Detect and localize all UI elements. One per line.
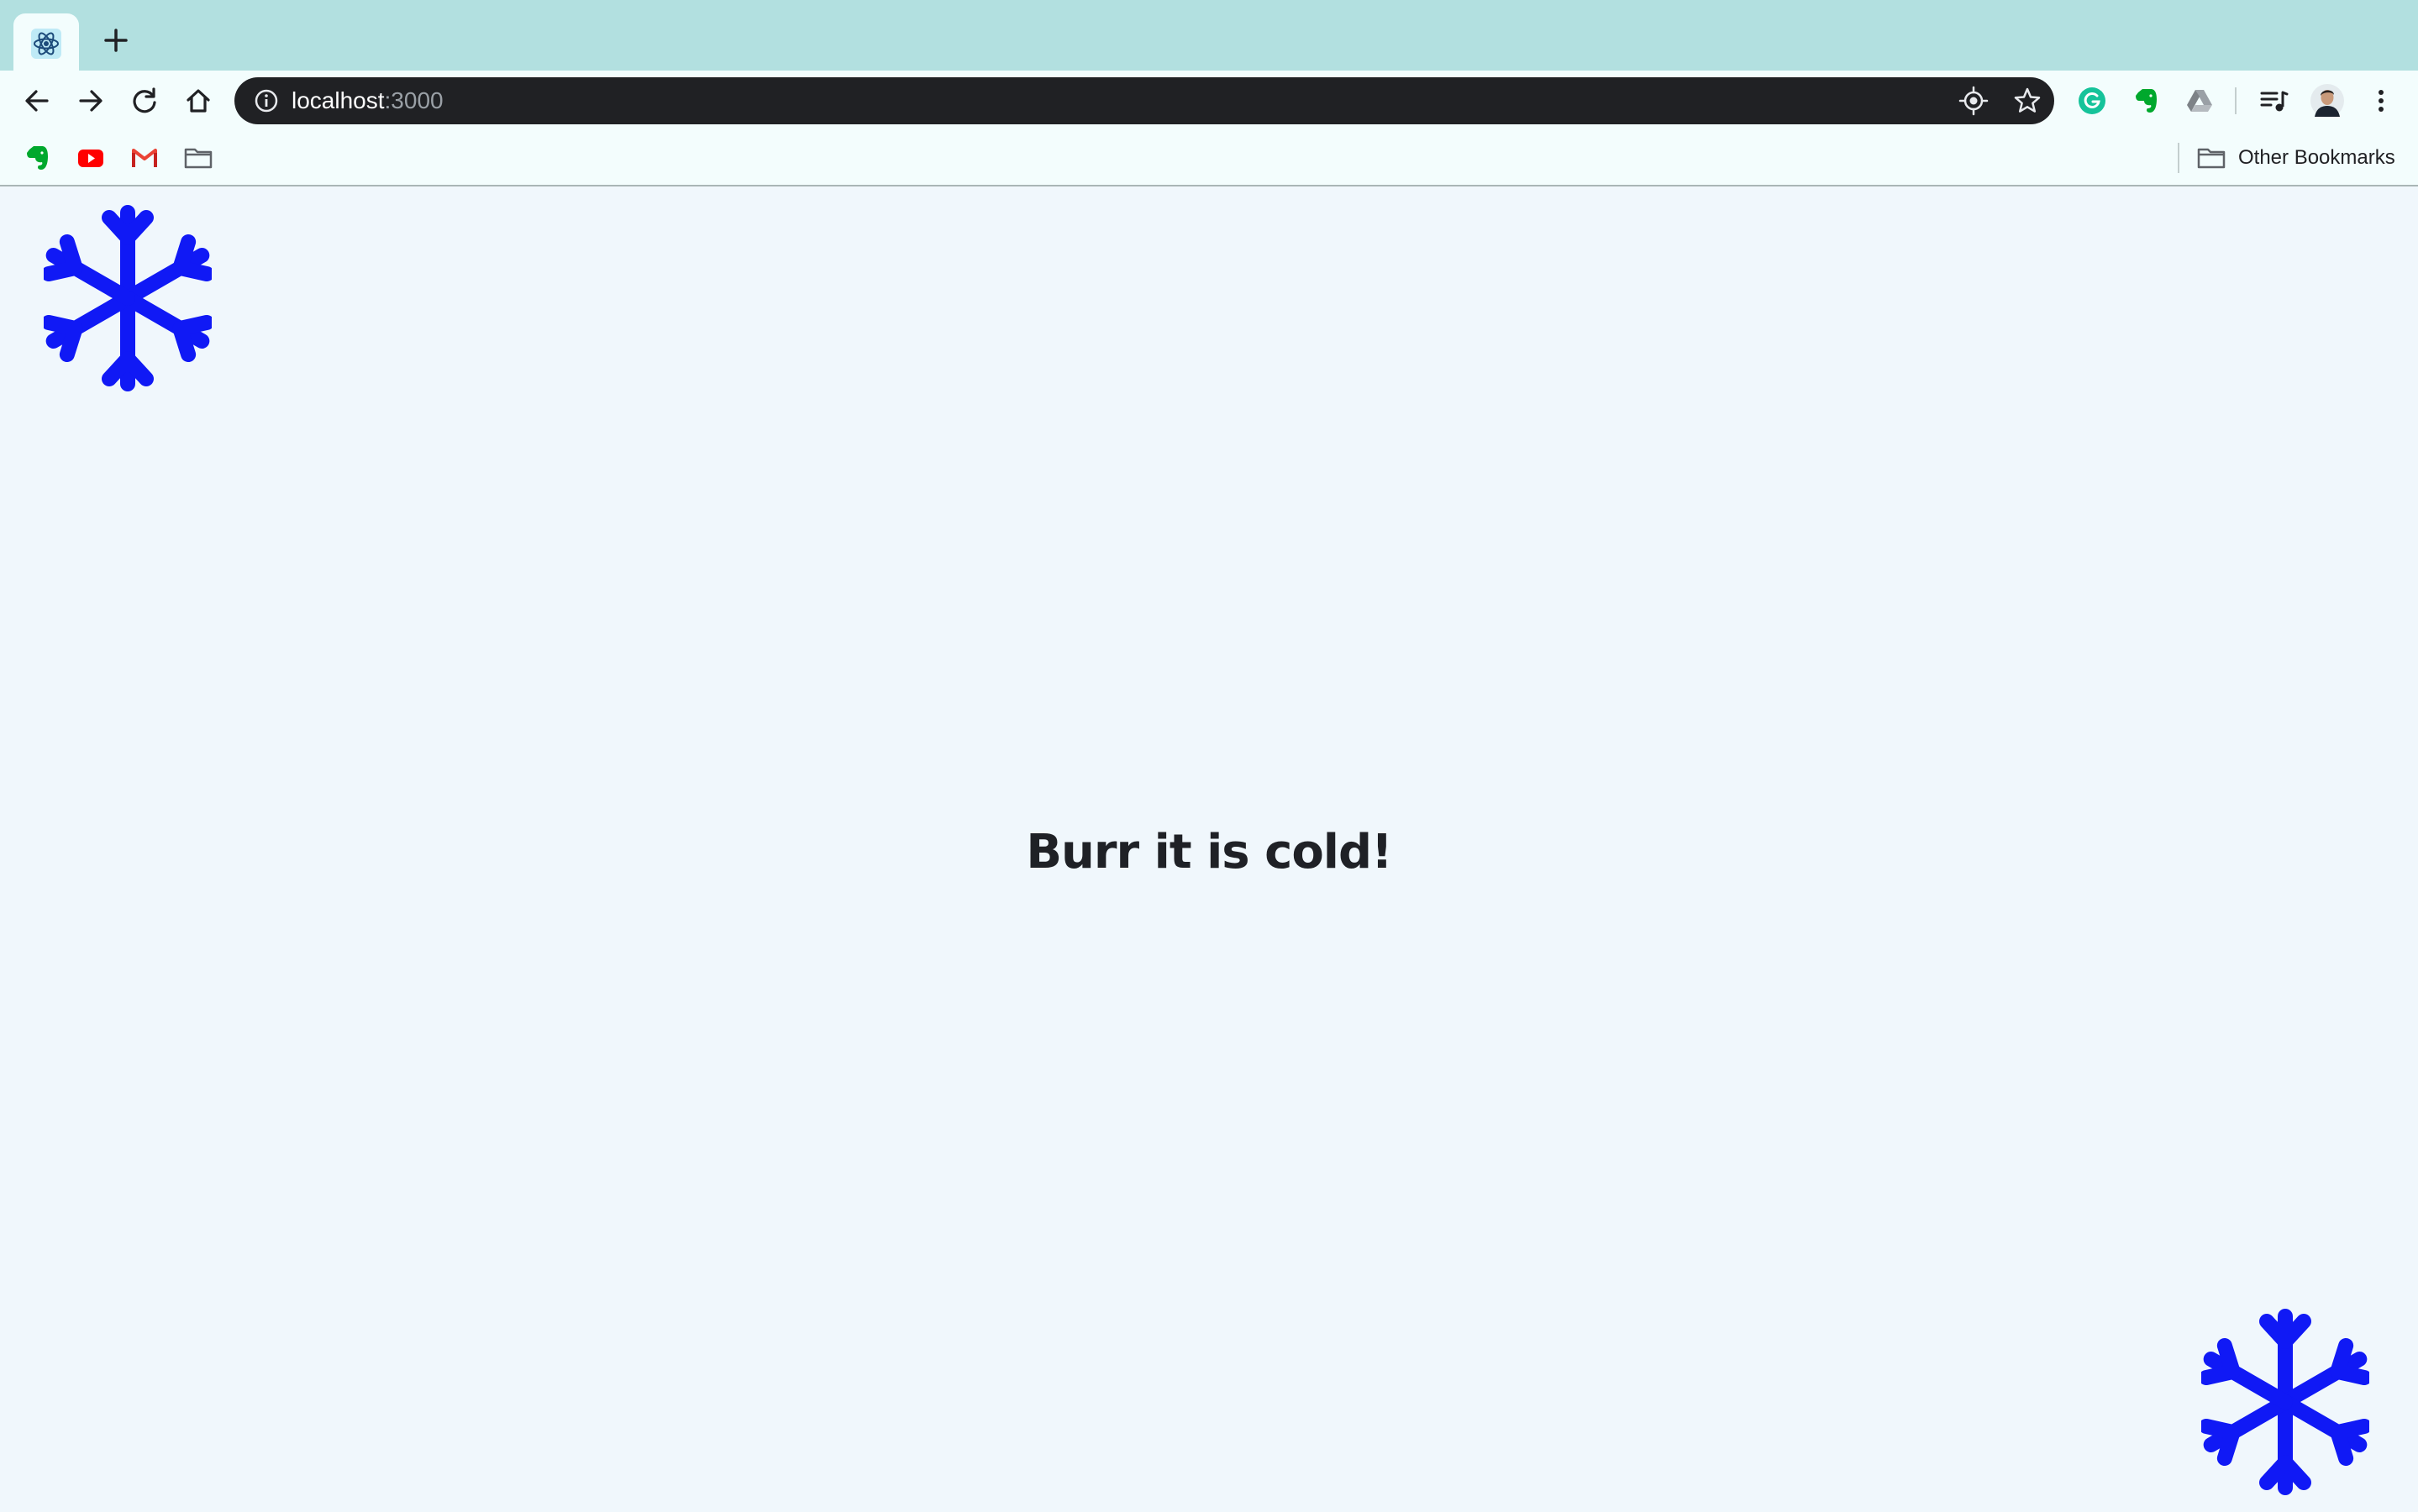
forward-button[interactable] xyxy=(72,82,109,119)
url-host: localhost xyxy=(292,87,385,113)
grammarly-extension[interactable] xyxy=(2074,82,2110,119)
react-atom-icon xyxy=(31,29,61,59)
arrow-left-icon xyxy=(25,90,49,112)
browser-menu-button[interactable] xyxy=(2363,82,2400,119)
address-bar[interactable]: localhost:3000 xyxy=(234,77,2054,124)
profile-button[interactable] xyxy=(2309,82,2346,119)
tab-active[interactable] xyxy=(13,13,79,71)
home-icon xyxy=(187,89,210,113)
avatar xyxy=(2310,84,2344,118)
arrow-right-icon xyxy=(79,90,103,112)
media-queue-button[interactable] xyxy=(2255,82,2292,119)
url-text[interactable]: localhost:3000 xyxy=(292,77,444,124)
page-heading: Burr it is cold! xyxy=(1026,825,1392,879)
page-content: Burr it is cold! xyxy=(0,186,2418,1512)
media-queue-icon xyxy=(2260,91,2289,112)
reload-button[interactable] xyxy=(126,82,163,119)
bookmarks-divider xyxy=(2178,143,2179,173)
other-bookmarks-label: Other Bookmarks xyxy=(2238,146,2395,169)
star-icon[interactable] xyxy=(2012,86,2042,116)
new-tab-button[interactable] xyxy=(99,24,133,57)
snowflake-icon xyxy=(44,205,212,391)
info-icon[interactable] xyxy=(253,87,280,114)
google-drive-extension[interactable] xyxy=(2181,82,2218,119)
reload-icon xyxy=(133,87,156,113)
plus-icon xyxy=(104,29,128,52)
bookmarks-bar: Other Bookmarks xyxy=(0,131,2418,186)
other-bookmarks-folder[interactable]: Other Bookmarks xyxy=(2196,139,2395,176)
grammarly-icon xyxy=(2079,87,2105,114)
folder-icon[interactable] xyxy=(183,143,213,173)
snowflake-icon xyxy=(2201,1309,2369,1495)
evernote-icon xyxy=(2136,89,2157,113)
folder-icon xyxy=(2197,148,2226,169)
tab-strip xyxy=(0,0,2418,71)
toolbar-divider xyxy=(2235,87,2237,114)
home-button[interactable] xyxy=(180,82,217,119)
gmail-icon[interactable] xyxy=(129,143,160,173)
location-icon[interactable] xyxy=(1958,86,1989,116)
evernote-icon[interactable] xyxy=(22,143,52,173)
back-button[interactable] xyxy=(18,82,55,119)
evernote-extension[interactable] xyxy=(2127,82,2164,119)
url-port: :3000 xyxy=(384,87,444,113)
browser-toolbar: localhost:3000 xyxy=(0,71,2418,131)
more-vertical-icon xyxy=(2379,90,2384,112)
youtube-icon[interactable] xyxy=(76,143,106,173)
google-drive-icon xyxy=(2187,90,2212,112)
